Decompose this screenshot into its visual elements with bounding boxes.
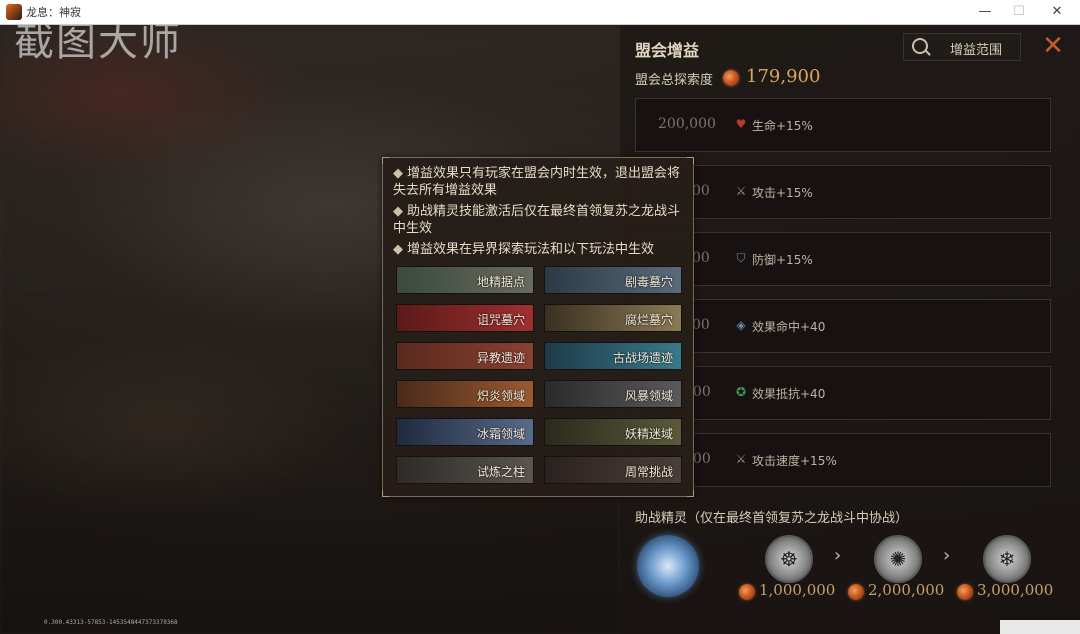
tier-bonus: 效果命中+40: [752, 320, 826, 334]
mode-tile[interactable]: 风暴领域: [544, 380, 682, 408]
panel-title: 盟会增益: [635, 41, 700, 60]
arrow-right-icon: ›: [943, 545, 951, 566]
buff-tier-row[interactable]: 00 ◈ 效果命中+40: [635, 299, 1051, 353]
spirit-skill-2-icon[interactable]: ✺: [874, 535, 922, 583]
exploration-swirl-icon: [957, 584, 973, 600]
tier-threshold: 200,000: [658, 116, 716, 132]
frame-corner: [382, 157, 389, 164]
spirit-skill-3-icon[interactable]: ❄: [983, 535, 1031, 583]
mode-label: 风暴领域: [624, 389, 673, 403]
minimize-button[interactable]: —: [966, 0, 1004, 24]
mode-label: 腐烂墓穴: [624, 313, 673, 327]
close-panel-icon[interactable]: ✕: [1040, 33, 1066, 59]
search-icon: [912, 38, 928, 54]
mode-label: 诅咒墓穴: [476, 313, 525, 327]
mode-tile[interactable]: 腐烂墓穴: [544, 304, 682, 332]
arrow-right-icon: ›: [834, 545, 842, 566]
build-info-text: 0.300.43313-57853-1453548447373370368: [44, 619, 178, 626]
mode-tile[interactable]: 炽炎领域: [396, 380, 534, 408]
tier-bonus: 生命+15%: [752, 119, 813, 133]
sword-icon: ⚔: [735, 184, 747, 198]
total-exploration-label: 盟会总探索度: [635, 73, 714, 88]
frame-corner: [687, 490, 694, 497]
target-icon: ◈: [736, 318, 746, 332]
buff-tier-row[interactable]: 00 ⚔ 攻击+15%: [635, 165, 1051, 219]
bullet-diamond-icon: ◆: [393, 166, 403, 181]
exploration-swirl-icon: [723, 70, 739, 86]
mode-tile[interactable]: 周常挑战: [544, 456, 682, 484]
tier-bonus: 攻击+15%: [752, 186, 813, 200]
buff-tier-row[interactable]: 200,000 ♥ 生命+15%: [635, 98, 1051, 152]
tier-bonus: 效果抵抗+40: [752, 387, 826, 401]
note-text: 增益效果只有玩家在盟会内时生效，退出盟会将失去所有增益效果: [393, 166, 681, 198]
spirit-cost-1: 1,000,000: [759, 581, 836, 599]
app-logo-icon: [6, 4, 22, 20]
spirit-cost-2: 2,000,000: [868, 581, 945, 599]
mode-label: 异教遗迹: [476, 351, 525, 365]
heart-icon: ♥: [735, 117, 747, 131]
taskbar-fragment: [1000, 620, 1080, 634]
window-title-bar: 龙息：神寂 — ☐ ✕: [0, 0, 1080, 25]
exploration-swirl-icon: [848, 584, 864, 600]
helper-spirit-orb[interactable]: [637, 535, 699, 597]
buff-tier-row[interactable]: 00 ⛉ 防御+15%: [635, 232, 1051, 286]
mode-label: 冰霜领域: [476, 427, 525, 441]
mode-label: 剧毒墓穴: [624, 275, 673, 289]
mode-tile[interactable]: 异教遗迹: [396, 342, 534, 370]
buff-tier-row[interactable]: 000 ✪ 效果抵抗+40: [635, 366, 1051, 420]
resist-icon: ✪: [735, 385, 747, 399]
frame-corner: [687, 157, 694, 164]
tooltip-note: ◆ 增益效果只有玩家在盟会内时生效，退出盟会将失去所有增益效果: [393, 165, 681, 199]
exploration-swirl-icon: [739, 584, 755, 600]
mode-label: 古战场遗迹: [612, 351, 673, 365]
spirit-skill-1-icon[interactable]: ☸: [765, 535, 813, 583]
spirit-cost-3: 3,000,000: [977, 581, 1054, 599]
mode-label: 妖精迷域: [624, 427, 673, 441]
mode-tile[interactable]: 冰霜领域: [396, 418, 534, 446]
mode-tile[interactable]: 剧毒墓穴: [544, 266, 682, 294]
buff-scope-button[interactable]: 增益范围: [903, 33, 1021, 61]
mode-label: 周常挑战: [624, 465, 673, 479]
maximize-button[interactable]: ☐: [1000, 0, 1038, 24]
mode-tile[interactable]: 试炼之柱: [396, 456, 534, 484]
tooltip-note: ◆ 助战精灵技能激活后仅在最终首领复苏之龙战斗中生效: [393, 203, 681, 237]
shield-icon: ⛉: [736, 251, 746, 265]
note-text: 助战精灵技能激活后仅在最终首领复苏之龙战斗中生效: [393, 204, 681, 236]
tooltip-note: ◆ 增益效果在异界探索玩法和以下玩法中生效: [393, 241, 681, 258]
mode-label: 地精据点: [476, 275, 525, 289]
mode-label: 炽炎领域: [476, 389, 525, 403]
game-viewport: 截图大师 0.300.43313-57853-14535484473733703…: [0, 25, 1080, 634]
tier-bonus: 防御+15%: [752, 253, 813, 267]
mode-tile[interactable]: 古战场遗迹: [544, 342, 682, 370]
helper-spirit-title: 助战精灵（仅在最终首领复苏之龙战斗中协战）: [635, 511, 909, 526]
mode-tile[interactable]: 地精据点: [396, 266, 534, 294]
tier-threshold: 00: [692, 250, 710, 266]
watermark-text: 截图大师: [14, 25, 182, 65]
mode-tile[interactable]: 诅咒墓穴: [396, 304, 534, 332]
close-window-button[interactable]: ✕: [1038, 0, 1076, 24]
mode-tile[interactable]: 妖精迷域: [544, 418, 682, 446]
mode-label: 试炼之柱: [476, 465, 525, 479]
window-title: 龙息：神寂: [26, 6, 81, 19]
buff-tier-row[interactable]: 000 ⚔ 攻击速度+15%: [635, 433, 1051, 487]
speed-sword-icon: ⚔: [735, 452, 747, 466]
frame-corner: [382, 490, 389, 497]
buff-scope-tooltip: ◆ 增益效果只有玩家在盟会内时生效，退出盟会将失去所有增益效果 ◆ 助战精灵技能激活…: [382, 157, 694, 497]
bullet-diamond-icon: ◆: [393, 204, 403, 219]
buff-scope-label: 增益范围: [950, 43, 1003, 58]
tier-threshold: 00: [692, 317, 710, 333]
total-exploration-value: 179,900: [746, 66, 821, 87]
tier-threshold: 00: [692, 183, 710, 199]
tier-bonus: 攻击速度+15%: [752, 454, 837, 468]
bullet-diamond-icon: ◆: [393, 242, 403, 257]
note-text: 增益效果在异界探索玩法和以下玩法中生效: [407, 242, 655, 257]
